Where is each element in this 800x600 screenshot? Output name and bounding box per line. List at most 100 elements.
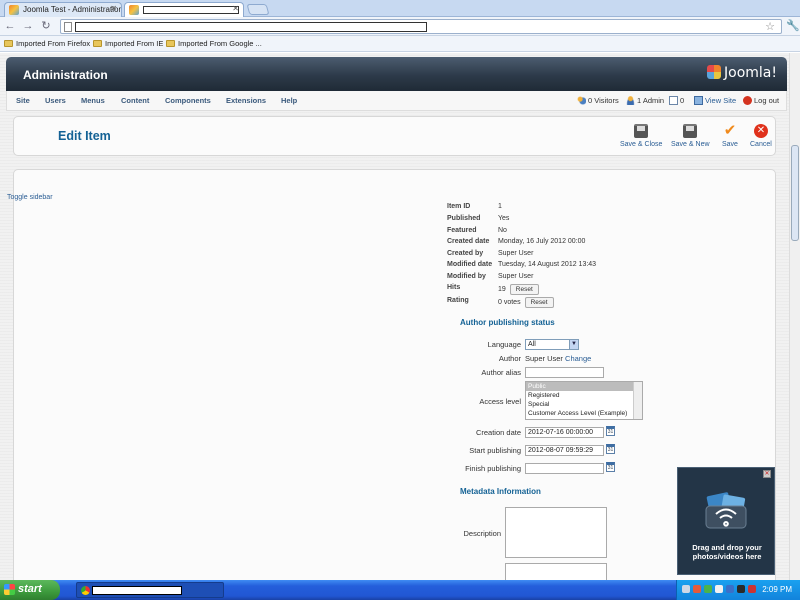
access-option-registered[interactable]: Registered [526, 391, 642, 400]
cancel-icon: ✕ [753, 124, 768, 138]
menu-help[interactable]: Help [281, 96, 297, 105]
save-disk-icon [683, 124, 698, 138]
description-label: Description [463, 529, 501, 538]
drag-drop-upload-widget[interactable]: ✕ Drag and drop your photos/videos here [677, 467, 775, 575]
metadata-heading: Metadata Information [460, 487, 541, 496]
start-button[interactable]: start [0, 580, 60, 600]
access-option-public[interactable]: Public [526, 382, 642, 391]
menu-components[interactable]: Components [165, 96, 211, 105]
folder-icon [93, 40, 102, 47]
finish-publishing-input[interactable] [525, 463, 604, 474]
close-tab-icon[interactable]: ✕ [110, 4, 117, 13]
browser-tab-active[interactable]: ✕ [124, 2, 244, 17]
menu-extensions[interactable]: Extensions [226, 96, 266, 105]
meta-row-hits: Hits 19 Reset [447, 284, 647, 296]
new-tab-button[interactable] [246, 4, 270, 15]
start-publishing-input[interactable]: 2012-08-07 09:59:29 [525, 445, 604, 456]
meta-row-modified-date: Modified date Tuesday, 14 August 2012 13:… [447, 261, 597, 268]
photos-upload-icon [705, 492, 747, 529]
reset-hits-button[interactable]: Reset [509, 284, 539, 295]
author-alias-input[interactable] [525, 367, 604, 378]
address-bar[interactable]: ☆ [60, 19, 782, 34]
checkmark-icon: ✔ [723, 122, 737, 139]
meta-row-created-date: Created date Monday, 16 July 2012 00:00 [447, 238, 586, 245]
page-scrollbar[interactable] [789, 53, 800, 580]
taskbar-chrome-item[interactable] [76, 582, 224, 598]
users-icon [577, 96, 586, 105]
tab-title: Joomla Test - Administration [23, 5, 122, 14]
bookmark-folder-firefox[interactable]: Imported From Firefox [4, 39, 90, 48]
status-messages[interactable]: 0 [669, 96, 684, 105]
wrench-menu-icon[interactable]: 🔧 [786, 19, 800, 32]
language-select[interactable]: All ▼ [525, 339, 579, 350]
toggle-sidebar-link[interactable]: Toggle sidebar [7, 194, 53, 201]
browser-toolbar: ← → ↻ ☆ 🔧 [0, 17, 800, 36]
system-tray: 2:09 PM [676, 580, 800, 600]
calendar-icon[interactable]: 31 [606, 426, 615, 436]
taskbar-clock[interactable]: 2:09 PM [762, 585, 792, 594]
finish-publishing-label: Finish publishing [465, 464, 521, 473]
view-site-icon [694, 96, 703, 105]
keywords-textarea[interactable] [505, 563, 607, 580]
drag-drop-text: Drag and drop your photos/videos here [692, 543, 762, 561]
description-textarea[interactable] [505, 507, 607, 558]
admin-menu: Site Users Menus Content Components Exte… [6, 91, 787, 111]
folder-icon [4, 40, 13, 47]
tray-icon[interactable] [704, 585, 712, 593]
tray-icon[interactable] [726, 585, 734, 593]
menu-menus[interactable]: Menus [81, 96, 105, 105]
status-admin: 1 Admin [626, 96, 664, 105]
calendar-icon[interactable]: 31 [606, 462, 615, 472]
menu-site[interactable]: Site [16, 96, 30, 105]
mail-icon [669, 96, 678, 105]
calendar-icon[interactable]: 31 [606, 444, 615, 454]
admin-header: Administration Joomla! [6, 57, 787, 91]
bookmark-folder-ie[interactable]: Imported From IE [93, 39, 163, 48]
edit-form-panel [13, 169, 776, 580]
windows-taskbar: start 2:09 PM [0, 580, 800, 600]
access-level-label: Access level [479, 397, 521, 406]
tab-title-redacted [143, 5, 239, 14]
bookmark-folder-google[interactable]: Imported From Google ... [166, 39, 262, 48]
joomla-favicon-icon [129, 5, 139, 15]
meta-row-item-id: Item ID 1 [447, 203, 502, 210]
access-option-special[interactable]: Special [526, 400, 642, 409]
scrollbar-thumb[interactable] [791, 145, 799, 241]
author-publishing-heading: Author publishing status [460, 318, 555, 327]
view-site-link[interactable]: View Site [694, 96, 736, 105]
listbox-scrollbar[interactable] [633, 382, 642, 419]
close-icon[interactable]: ✕ [763, 470, 771, 478]
bookmark-star-icon[interactable]: ☆ [765, 20, 775, 33]
save-close-button[interactable]: Save & Close [620, 124, 662, 148]
forward-icon[interactable]: → [21, 19, 35, 33]
reload-icon[interactable]: ↻ [39, 19, 53, 33]
access-level-listbox[interactable]: Public Registered Special Customer Acces… [525, 381, 643, 420]
menu-users[interactable]: Users [45, 96, 66, 105]
save-button[interactable]: ✔ Save [722, 122, 738, 148]
meta-row-published: Published Yes [447, 215, 510, 222]
tray-icon[interactable] [715, 585, 723, 593]
access-option-customer[interactable]: Customer Access Level (Example) [526, 409, 642, 418]
tray-icon[interactable] [693, 585, 701, 593]
menu-content[interactable]: Content [121, 96, 149, 105]
back-icon[interactable]: ← [3, 19, 17, 33]
tray-icon[interactable] [682, 585, 690, 593]
creation-date-input[interactable]: 2012-07-16 00:00:00 [525, 427, 604, 438]
language-label: Language [487, 340, 521, 349]
cancel-button[interactable]: ✕ Cancel [750, 124, 772, 148]
save-new-button[interactable]: Save & New [671, 124, 710, 148]
tray-icon[interactable] [748, 585, 756, 593]
logout-link[interactable]: Log out [743, 96, 779, 105]
chrome-icon [81, 586, 90, 595]
tray-icon[interactable] [737, 585, 745, 593]
browser-tabstrip: Joomla Test - Administration ✕ ✕ [0, 0, 800, 17]
url-text-redacted[interactable] [75, 22, 427, 32]
joomla-logo: Joomla! [707, 65, 777, 81]
change-author-link[interactable]: Change [565, 354, 591, 363]
reset-rating-button[interactable]: Reset [524, 297, 554, 308]
status-visitors: 0 Visitors [577, 96, 619, 105]
browser-tab-admin[interactable]: Joomla Test - Administration ✕ [4, 2, 122, 17]
page-toolbar: Edit Item Save & Close Save & New ✔ Save… [13, 116, 776, 156]
close-tab-icon[interactable]: ✕ [232, 4, 239, 13]
joomla-favicon-icon [9, 5, 19, 15]
